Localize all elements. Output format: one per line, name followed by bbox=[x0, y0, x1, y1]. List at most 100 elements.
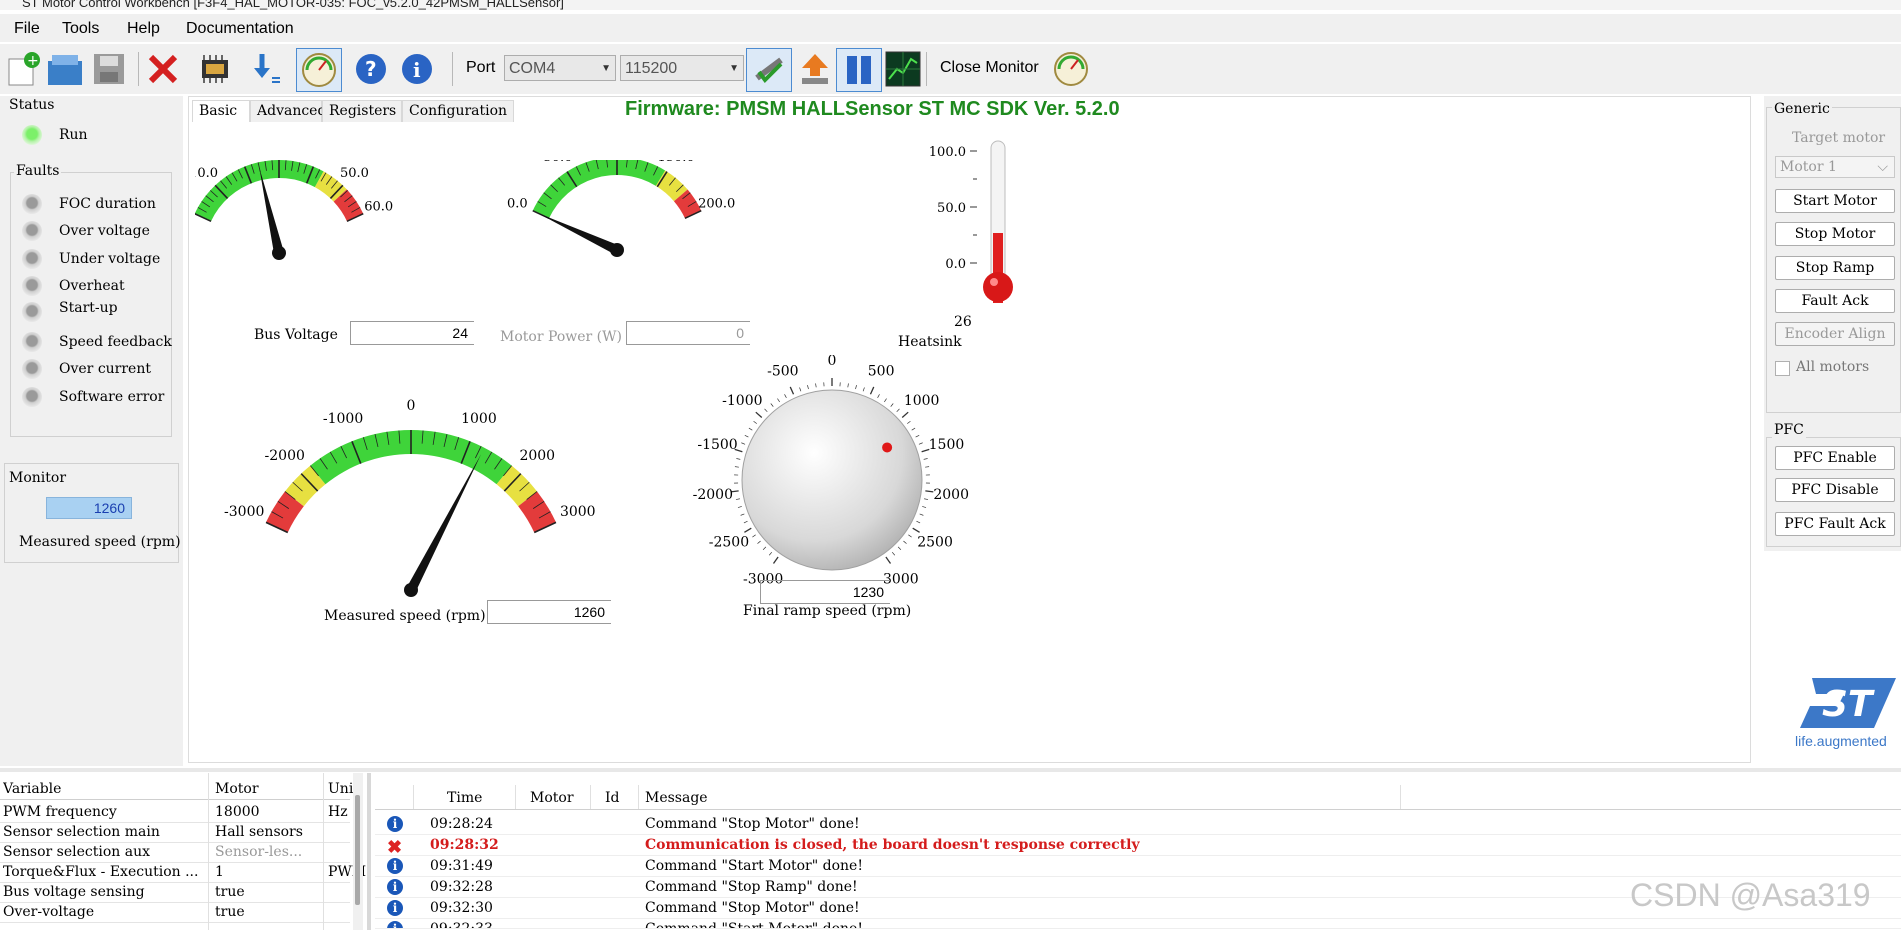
baud-select[interactable]: 115200 ▼ bbox=[620, 55, 744, 81]
variables-scrollbar[interactable] bbox=[353, 773, 363, 930]
variable-value[interactable]: Hall sensors bbox=[215, 824, 303, 840]
gauge-tick-label: -2000 bbox=[265, 448, 305, 464]
menu-help[interactable]: Help bbox=[127, 20, 160, 38]
port-value: COM4 bbox=[509, 60, 556, 77]
list-item[interactable]: i 09:32:33 Command "Start Motor" done! bbox=[375, 918, 1901, 929]
variable-value[interactable]: true bbox=[215, 904, 245, 920]
new-project-icon[interactable]: + bbox=[4, 50, 42, 88]
fault-led-icon bbox=[22, 332, 42, 352]
log-header-id[interactable]: Id bbox=[605, 790, 620, 806]
motor-power-label: Motor Power (W) bbox=[500, 329, 622, 345]
final-ramp-label: Final ramp speed (rpm) bbox=[743, 603, 912, 619]
save-icon[interactable] bbox=[90, 50, 128, 88]
gauge-tick-label: 3000 bbox=[560, 504, 596, 520]
gauge-tick-label: 1000 bbox=[461, 411, 497, 427]
bottom-splitter[interactable] bbox=[367, 773, 371, 930]
header-unit[interactable]: Uni bbox=[328, 781, 353, 797]
title-bar: ST Motor Control Workbench [F3F4_HAL_MOT… bbox=[0, 0, 1901, 10]
help-icon[interactable]: ? bbox=[352, 50, 390, 88]
pfc-enable-button[interactable]: PFC Enable bbox=[1775, 446, 1895, 470]
stop-motor-button[interactable]: Stop Motor bbox=[1775, 222, 1895, 246]
tab-basic[interactable]: Basic bbox=[192, 100, 250, 122]
final-ramp-value: 1230 bbox=[760, 580, 890, 604]
bus-voltage-value: 24 bbox=[350, 321, 474, 345]
gauge-tick-label: 2000 bbox=[519, 448, 555, 464]
splitter[interactable] bbox=[0, 768, 1901, 772]
motor-select[interactable]: Motor 1 ⌵ bbox=[1775, 156, 1895, 178]
firmware-title: Firmware: PMSM HALLSensor ST MC SDK Ver.… bbox=[625, 98, 1120, 120]
variable-value[interactable]: true bbox=[215, 884, 245, 900]
motor-power-gauge: 0.050.0100.0150.0200.0 bbox=[507, 160, 735, 257]
monitor-gauge-icon[interactable] bbox=[296, 48, 342, 92]
close-monitor-label[interactable]: Close Monitor bbox=[940, 59, 1039, 77]
table-row[interactable]: Sensor selection aux Sensor-les... bbox=[0, 842, 350, 863]
info-icon[interactable]: i bbox=[398, 50, 436, 88]
log-message: Command "Stop Motor" done! bbox=[645, 900, 860, 916]
table-row[interactable]: Torque&Flux - Execution ... 1 PWM bbox=[0, 862, 366, 883]
monitor-value: 1260 bbox=[46, 497, 132, 519]
tab-configuration[interactable]: Configuration bbox=[402, 100, 514, 122]
knob-tick-label: 500 bbox=[868, 364, 895, 380]
table-row[interactable]: PWM frequency 18000 Hz bbox=[0, 802, 350, 823]
motor-power-value: 0 bbox=[626, 321, 750, 345]
close-x-icon[interactable] bbox=[144, 50, 182, 88]
pause-icon[interactable] bbox=[836, 48, 882, 92]
download-icon[interactable] bbox=[246, 50, 284, 88]
start-motor-button[interactable]: Start Motor bbox=[1775, 189, 1895, 213]
menu-tools[interactable]: Tools bbox=[62, 20, 99, 38]
gauge-hub bbox=[272, 246, 286, 260]
menu-documentation[interactable]: Documentation bbox=[186, 20, 294, 38]
bus-voltage-label: Bus Voltage bbox=[254, 327, 338, 343]
variable-value[interactable]: 18000 bbox=[215, 804, 260, 820]
upload-icon[interactable] bbox=[796, 50, 834, 88]
list-item[interactable]: i 09:28:24 Command "Stop Motor" done! bbox=[375, 813, 1901, 835]
open-folder-icon[interactable] bbox=[46, 50, 84, 88]
all-motors-checkbox[interactable] bbox=[1775, 361, 1790, 376]
port-select[interactable]: COM4 ▼ bbox=[504, 55, 616, 81]
log-header-message[interactable]: Message bbox=[645, 790, 708, 806]
chip-icon[interactable] bbox=[196, 50, 234, 88]
pfc-fault-ack-button[interactable]: PFC Fault Ack bbox=[1775, 512, 1895, 536]
variable-name: Torque&Flux - Execution ... bbox=[3, 864, 199, 880]
log-time: 09:28:32 bbox=[430, 837, 499, 853]
variable-unit: Hz bbox=[328, 804, 348, 820]
pfc-disable-button[interactable]: PFC Disable bbox=[1775, 478, 1895, 502]
knob-tick-label: 1500 bbox=[929, 437, 965, 453]
baud-value: 115200 bbox=[625, 60, 678, 77]
stop-ramp-button[interactable]: Stop Ramp bbox=[1775, 256, 1895, 280]
knob-tick-label: -500 bbox=[767, 364, 798, 380]
table-row[interactable]: Sensor selection main Hall sensors bbox=[0, 822, 350, 843]
gauge-tick-label: -3000 bbox=[224, 504, 264, 520]
log-header-motor[interactable]: Motor bbox=[530, 790, 574, 806]
log-header-time[interactable]: Time bbox=[447, 790, 482, 806]
header-variable[interactable]: Variable bbox=[3, 781, 61, 797]
gauge-tick-label: 0.0 bbox=[507, 197, 528, 212]
heatsink-tick: 50.0 bbox=[937, 201, 966, 216]
connect-icon[interactable] bbox=[746, 48, 792, 92]
variable-value[interactable]: Sensor-les... bbox=[215, 844, 302, 860]
final-ramp-knob[interactable]: -500 0 500 -1000 1000 -1500 1500 -2000 2000 -2500… bbox=[680, 355, 980, 595]
generic-title: Generic bbox=[1772, 101, 1832, 117]
list-item[interactable]: i 09:31:49 Command "Start Motor" done! bbox=[375, 855, 1901, 877]
tab-advanced[interactable]: Advanced bbox=[250, 100, 326, 122]
list-item[interactable]: ✖ 09:28:32 Communication is closed, the bo… bbox=[375, 834, 1901, 858]
header-motor[interactable]: Motor bbox=[215, 781, 259, 797]
info-icon: i bbox=[387, 879, 403, 895]
fault-ack-button[interactable]: Fault Ack bbox=[1775, 289, 1895, 313]
log-message: Communication is closed, the board doesn… bbox=[645, 837, 1140, 853]
menu-file[interactable]: File bbox=[14, 20, 40, 38]
fault-overheat: Overheat bbox=[59, 278, 125, 294]
close-monitor-icon[interactable] bbox=[1052, 50, 1090, 88]
variable-name: Over-voltage bbox=[3, 904, 95, 920]
knob-dial[interactable] bbox=[741, 389, 923, 571]
table-row[interactable]: Over-voltage true bbox=[0, 902, 350, 923]
variable-value[interactable]: 1 bbox=[215, 864, 224, 880]
heatsink-thermometer: 100.0 50.0 0.0 bbox=[929, 140, 1013, 303]
tab-registers[interactable]: Registers bbox=[322, 100, 402, 122]
table-row[interactable]: Bus voltage sensing true bbox=[0, 882, 350, 903]
port-label: Port bbox=[466, 59, 496, 76]
info-icon: i bbox=[387, 858, 403, 874]
encoder-align-button[interactable]: Encoder Align bbox=[1775, 322, 1895, 346]
log-time: 09:32:33 bbox=[430, 921, 493, 929]
plot-icon[interactable] bbox=[884, 50, 922, 88]
